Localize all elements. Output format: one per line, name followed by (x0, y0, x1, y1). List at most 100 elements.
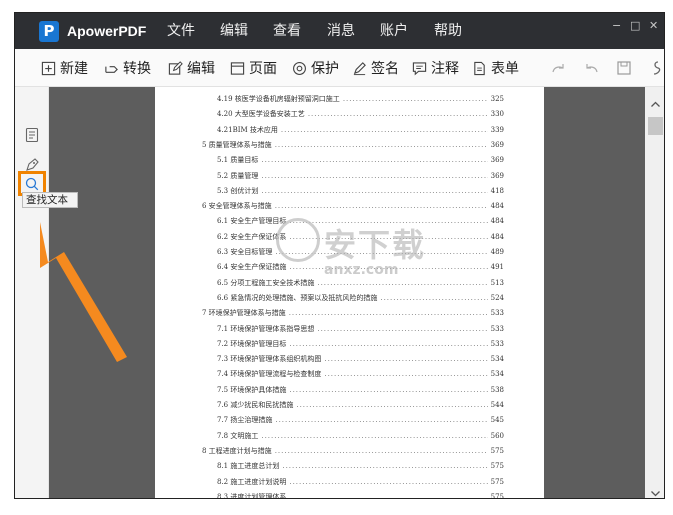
toc-page-number: 489 (490, 248, 504, 256)
new-label: 新建 (60, 61, 88, 77)
form-icon (471, 60, 487, 76)
undo-icon[interactable] (583, 60, 599, 76)
search-icon[interactable] (24, 176, 40, 192)
toc-row[interactable]: 5 质量管理体系与措施 369 (202, 138, 504, 152)
toc-page-number: 533 (490, 309, 504, 318)
toc-row[interactable]: 4.19 核医学设备机房辐射预留洞口施工 325 (217, 92, 504, 106)
toc-row[interactable]: 7.3 环境保护管理体系组织机构图 534 (217, 352, 504, 366)
form-button[interactable]: 表单 (471, 58, 519, 78)
toc-title: 8 工程进度计划与措施 (202, 446, 272, 455)
close-button[interactable]: ✕ (649, 19, 658, 33)
new-button[interactable]: 新建 (40, 58, 88, 78)
document-view[interactable]: 4.19 核医学设备机房辐射预留洞口施工 325 4.20 大型医学设备安装工艺 33… (49, 87, 645, 498)
toc-row[interactable]: 8.2 施工进度计划说明 575 (217, 475, 504, 489)
scroll-down-icon[interactable] (650, 483, 661, 497)
comment-button[interactable]: 注释 (411, 58, 459, 78)
toc-title: 5.2 质量管理 (217, 171, 259, 180)
menu-edit[interactable]: 编辑 (220, 21, 248, 41)
menu-account[interactable]: 账户 (380, 21, 408, 41)
vertical-scrollbar[interactable] (645, 87, 664, 498)
toc-title: 8.1 施工进度总计划 (217, 462, 280, 471)
toc-row[interactable]: 5.1 质量目标 369 (217, 153, 504, 167)
sign-icon (351, 60, 367, 76)
toc-row[interactable]: 7 环境保护管理体系与措施 533 (202, 306, 504, 320)
toc-title: 7 环境保护管理体系与措施 (202, 309, 286, 318)
toc-title: 6.4 安全生产保证措施 (217, 263, 287, 272)
thumbnail-icon[interactable] (24, 127, 40, 143)
edit-icon (167, 60, 183, 76)
toc-leader-dots (289, 262, 487, 272)
toc-leader-dots (281, 125, 488, 135)
toc-page-number: 538 (490, 385, 504, 394)
toc-row[interactable]: 6.1 安全生产管理目标 484 (217, 214, 504, 228)
page-button[interactable]: 页面 (229, 58, 277, 78)
toc-row[interactable]: 7.2 环境保护管理目标 533 (217, 337, 504, 351)
toc-page-number: 369 (490, 171, 504, 180)
scroll-thumb[interactable] (648, 117, 663, 135)
toc-row[interactable]: 7.7 扬尘治理措施 545 (217, 413, 504, 427)
toc-title: 7.6 减少扰民和民扰措施 (217, 401, 294, 409)
toc-row[interactable]: 7.4 环境保护管理流程与检查制度 534 (217, 367, 504, 381)
toc-row[interactable]: 6.2 安全生产保证体系 484 (217, 230, 504, 244)
left-sidebar (15, 87, 49, 498)
toc-row[interactable]: 6.3 安全目标管理 489 (217, 245, 504, 259)
page-label: 页面 (249, 61, 277, 77)
toc-title: 7.3 环境保护管理体系组织机构图 (217, 355, 322, 364)
toc-row[interactable]: 4.20 大型医学设备安装工艺 330 (217, 107, 504, 121)
toc-page-number: 325 (490, 95, 504, 103)
toc-row[interactable]: 5.3 创优计划 418 (217, 184, 504, 198)
sign-button[interactable]: 签名 (351, 58, 399, 78)
toc-page-number: 484 (490, 217, 504, 226)
minimize-button[interactable]: − (612, 19, 621, 33)
toc-leader-dots (261, 186, 487, 196)
save-icon[interactable] (616, 60, 632, 76)
scroll-up-icon[interactable] (650, 93, 661, 107)
convert-button[interactable]: 转换 (103, 58, 151, 78)
edit-button[interactable]: 编辑 (167, 58, 215, 78)
comment-label: 注释 (431, 61, 459, 77)
menu-messages[interactable]: 消息 (327, 21, 355, 41)
toolbar: 新建 转换 编辑 页面 保护 签名 注释 表单 (15, 49, 664, 87)
menu-file[interactable]: 文件 (167, 21, 195, 41)
toc-row[interactable]: 7.6 减少扰民和民扰措施 544 (217, 398, 504, 412)
toc-leader-dots (275, 415, 487, 425)
toc-page-number: 534 (490, 370, 504, 379)
toc-row[interactable]: 7.8 文明施工 560 (217, 429, 504, 443)
toc-row[interactable]: 4.21BIM 技术应用 339 (217, 123, 504, 137)
toc-leader-dots (261, 431, 487, 441)
protect-label: 保护 (311, 61, 339, 77)
menu-view[interactable]: 查看 (273, 21, 301, 41)
toc-row[interactable]: 6.5 分项工程施工安全技术措施 513 (217, 276, 504, 290)
toc-row[interactable]: 6.6 紧急情况的处理措施、预案以及抵抗风险的措施 524 (217, 291, 504, 305)
toc-title: 7.5 环境保护具体措施 (217, 385, 287, 394)
toc-title: 7.2 环境保护管理目标 (217, 339, 287, 348)
find-text-tooltip: 查找文本 (22, 192, 78, 208)
toc-leader-dots (324, 354, 487, 364)
toc-row[interactable]: 8.3 进度计划管理体系 575 (217, 490, 504, 498)
toc-row[interactable]: 8 工程进度计划与措施 575 (202, 444, 504, 458)
toc-leader-dots (289, 216, 487, 226)
toc-title: 6.5 分项工程施工安全技术措施 (217, 278, 315, 287)
toc-row[interactable]: 8.1 施工进度总计划 575 (217, 459, 504, 473)
toc-page-number: 575 (490, 446, 504, 455)
toc-leader-dots (261, 155, 487, 165)
toc-page-number: 484 (490, 202, 504, 211)
protect-icon (291, 60, 307, 76)
toc-leader-dots (289, 308, 488, 318)
toc-leader-dots (275, 247, 487, 257)
more-icon[interactable] (648, 60, 664, 76)
toc-row[interactable]: 6.4 安全生产保证措施 491 (217, 260, 504, 274)
toc-row[interactable]: 5.2 质量管理 369 (217, 169, 504, 183)
toc-title: 5 质量管理体系与措施 (202, 140, 272, 149)
protect-button[interactable]: 保护 (291, 58, 339, 78)
toc-row[interactable]: 7.5 环境保护具体措施 538 (217, 383, 504, 397)
toc-leader-dots (317, 278, 487, 288)
toc-title: 6 安全管理体系与措施 (202, 202, 272, 211)
convert-icon (103, 60, 119, 76)
toc-row[interactable]: 6 安全管理体系与措施 484 (202, 199, 504, 213)
maximize-button[interactable]: □ (630, 19, 640, 33)
toc-row[interactable]: 7.1 环境保护管理体系指导思想 533 (217, 322, 504, 336)
redo-icon[interactable] (551, 60, 567, 76)
menu-help[interactable]: 帮助 (434, 21, 462, 41)
sign-label: 签名 (371, 61, 399, 77)
